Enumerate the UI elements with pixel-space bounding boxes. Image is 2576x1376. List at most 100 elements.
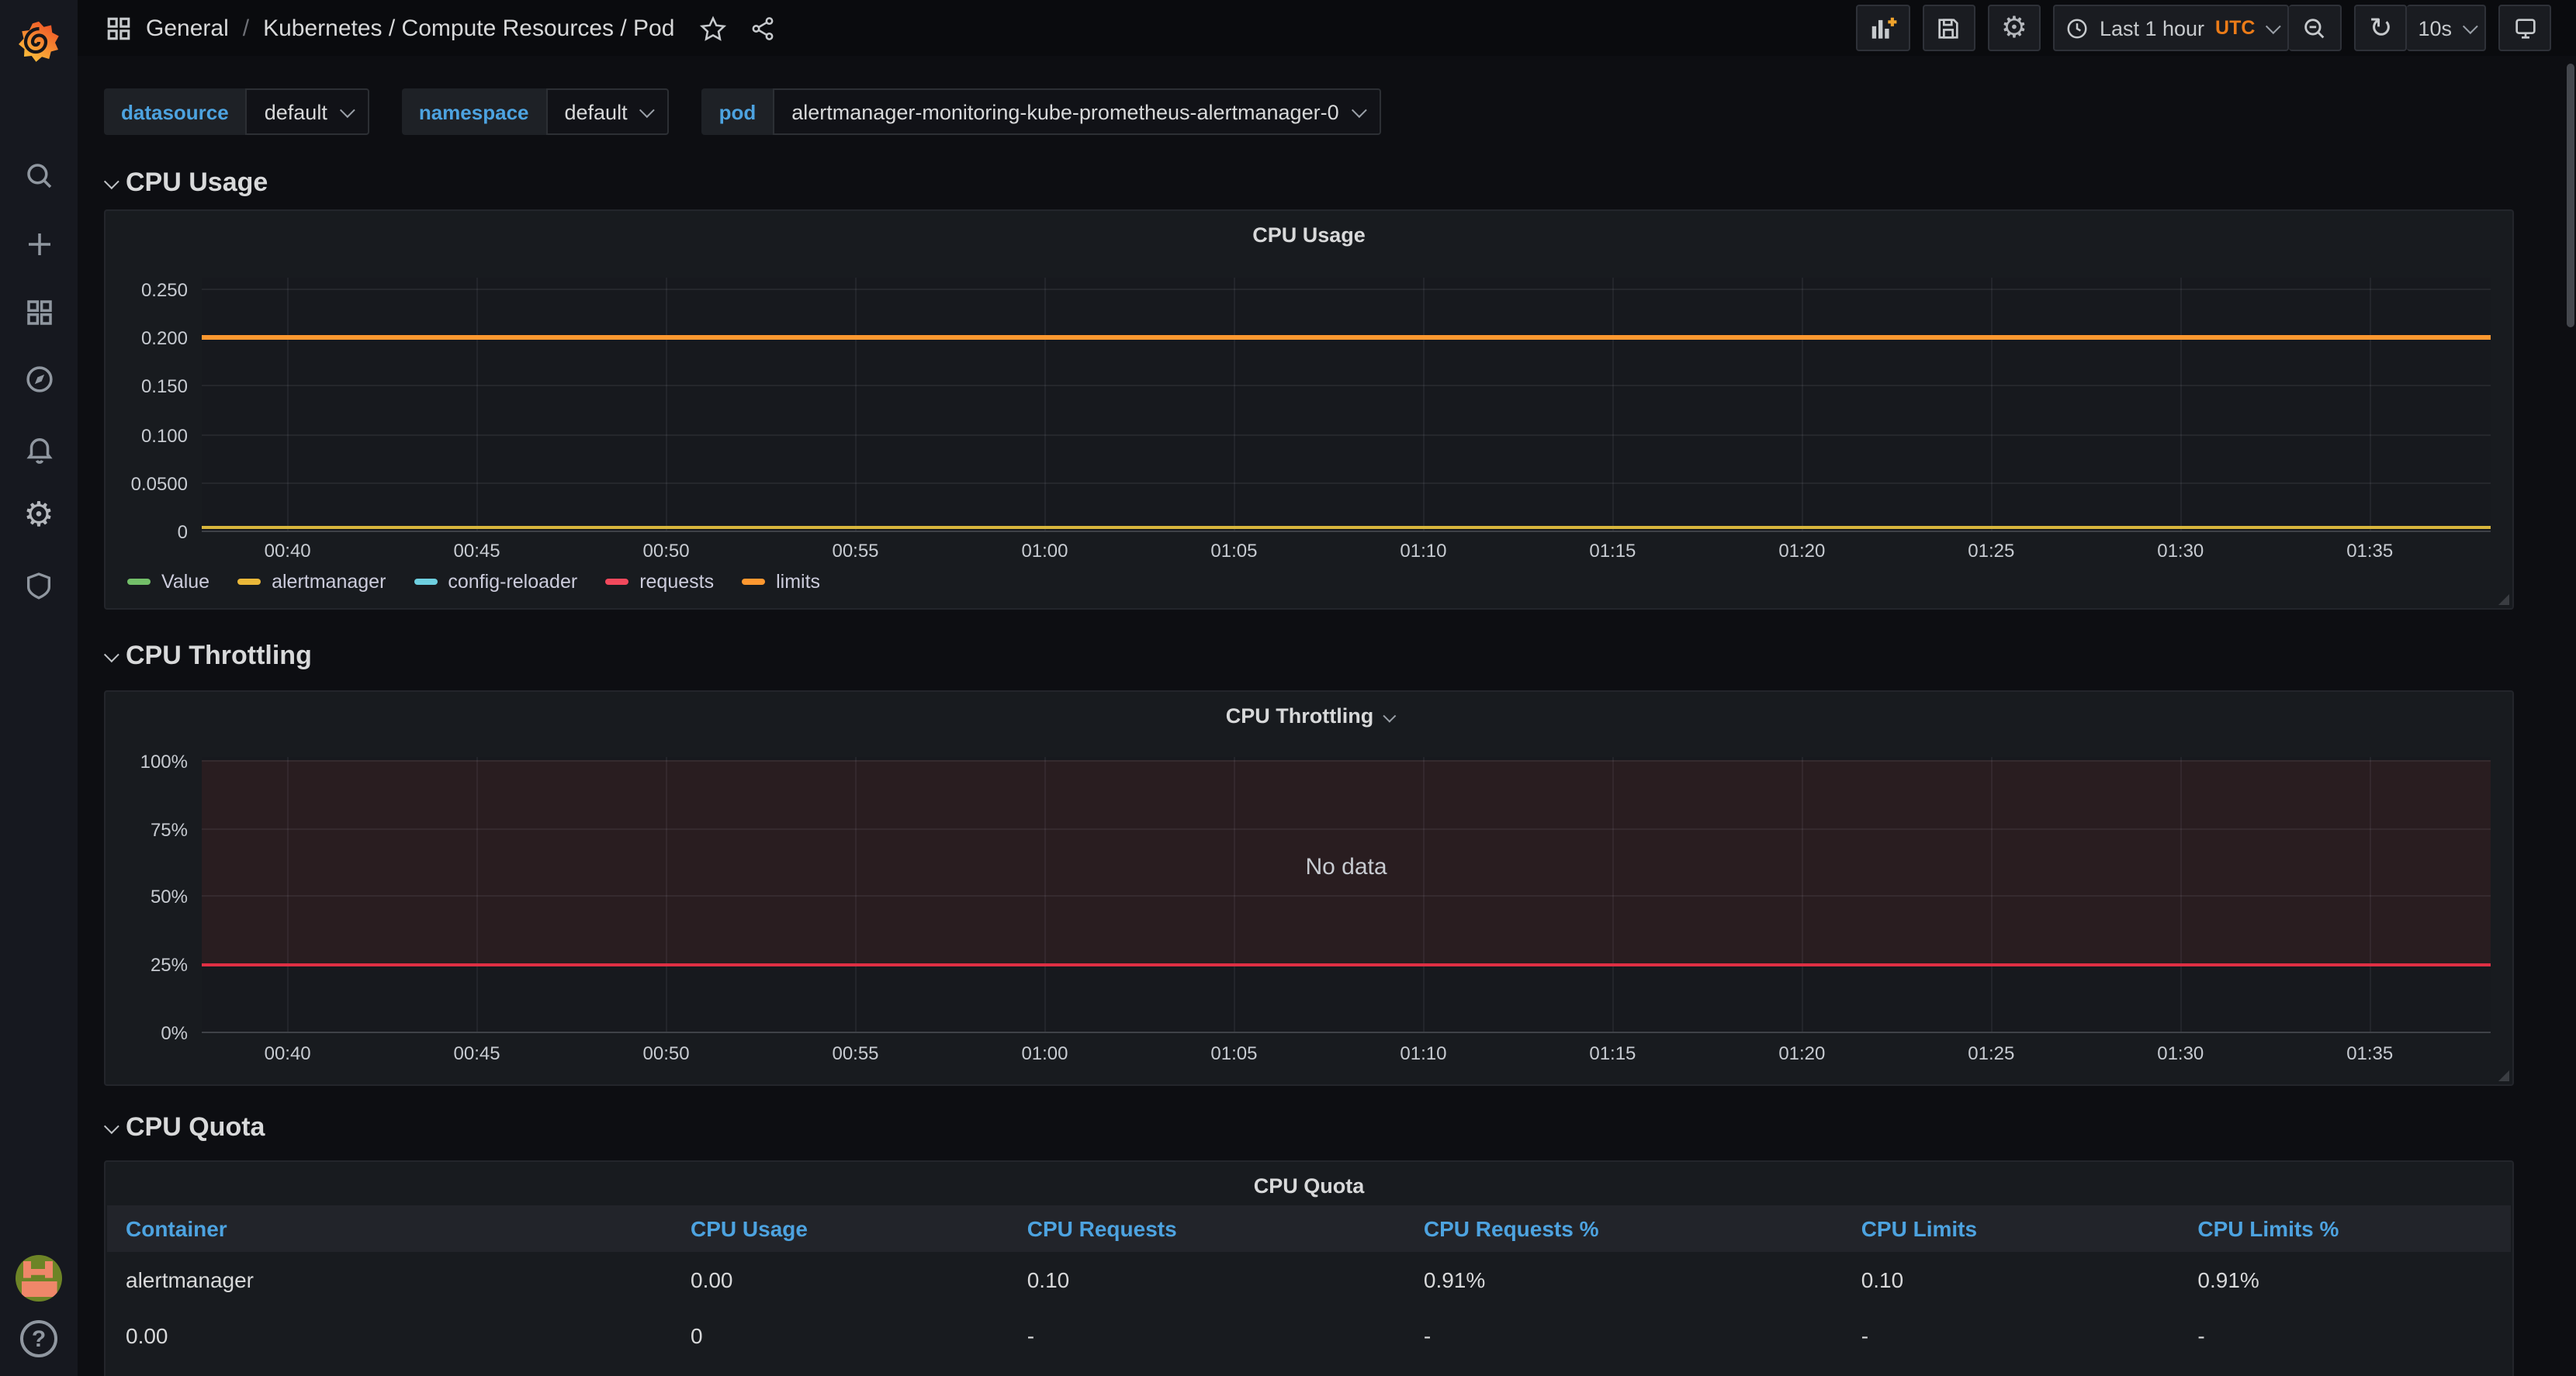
panel-resize-handle[interactable] [2498,1070,2509,1081]
legend-label: requests [639,571,715,593]
y-tick: 0.0500 [130,472,188,495]
x-tick: 00:50 [642,540,690,562]
series-limits-line[interactable] [202,335,2491,341]
legend-item-value[interactable]: Value [127,571,209,593]
legend-label: config-reloader [448,571,578,593]
x-tick: 01:05 [1210,1042,1258,1064]
gridline [666,757,668,1032]
legend-label: Value [161,571,210,593]
help-icon[interactable]: ? [20,1320,57,1357]
y-tick: 0.250 [140,279,188,301]
panel-cpu-throttling-title[interactable]: CPU Throttling [106,704,2512,728]
sidebar: ⚙ ? [0,0,78,1376]
dashboard-title[interactable]: Kubernetes / Compute Resources / Pod [263,15,674,41]
y-tick: 100% [140,750,188,773]
time-range-label: Last 1 hour [2099,16,2205,40]
section-cpu-usage[interactable]: CPU Usage [103,168,268,199]
y-tick: 75% [150,818,188,841]
column-header-cpu-usage[interactable]: CPU Usage [672,1205,1009,1252]
x-axis-line: 0% [161,1022,2491,1044]
time-range-picker[interactable]: Last 1 hour UTC [2052,5,2290,51]
gridline [476,278,479,531]
dashboard-toolbar: ⚙ Last 1 hour UTC ↻ 10s [1855,5,2576,51]
refresh-interval-dropdown[interactable]: 10s [2407,5,2486,51]
refresh-button[interactable]: ↻ [2354,5,2408,51]
table-row: 0.00 0 - - - - [107,1308,2511,1364]
legend-swatch [414,579,438,585]
chevron-down-icon [2462,18,2478,34]
user-avatar[interactable] [16,1255,62,1302]
save-dashboard-button[interactable] [1922,5,1975,51]
cpu-throttling-x-axis: 00:40 00:45 00:50 00:55 01:00 01:05 01:1… [202,1042,2491,1067]
server-admin-shield-icon[interactable] [0,563,78,607]
explore-compass-icon[interactable] [0,357,78,400]
x-tick: 01:10 [1400,1042,1447,1064]
y-tick: 0 [177,521,188,543]
legend-label: alertmanager [272,571,386,593]
share-icon[interactable] [749,15,775,41]
table-row: alertmanager 0.00 0.10 0.91% 0.10 0.91% [107,1252,2511,1308]
variable-datasource-dropdown[interactable]: default [245,88,369,135]
add-panel-button[interactable] [1855,5,1910,51]
legend-item-alertmanager[interactable]: alertmanager [237,571,386,593]
section-cpu-quota[interactable]: CPU Quota [103,1112,265,1143]
variable-namespace-dropdown[interactable]: default [545,88,670,135]
x-tick: 01:35 [2346,540,2394,562]
gridline: 0.100 [141,424,2491,446]
configuration-gear-icon[interactable]: ⚙ [0,493,78,537]
column-header-cpu-limits-pct[interactable]: CPU Limits % [2179,1205,2511,1252]
x-tick: 01:20 [1778,1042,1826,1064]
cell: - [1027,1323,1035,1348]
legend-item-requests[interactable]: requests [605,571,714,593]
breadcrumb-root[interactable]: General [146,15,229,41]
cycle-view-mode-button[interactable] [2498,5,2551,51]
x-tick: 01:15 [1589,540,1636,562]
dashboards-icon[interactable] [0,290,78,334]
star-icon[interactable] [699,15,726,41]
column-header-cpu-requests-pct[interactable]: CPU Requests % [1404,1205,1843,1252]
chevron-down-icon [1351,102,1367,118]
gridline: 0.0500 [131,473,2491,495]
panel-resize-handle[interactable] [2498,594,2509,605]
cell: - [1423,1323,1432,1348]
variable-pod-dropdown[interactable]: alertmanager-monitoring-kube-prometheus-… [773,88,1381,135]
create-plus-icon[interactable] [0,222,78,265]
refresh-group: ↻ 10s [2354,5,2486,51]
cpu-throttling-plot: 100% 75% 50% 25% 0% No data [140,751,2491,1044]
apps-grid-icon[interactable] [106,15,132,41]
gridline [855,278,857,531]
gridline [1612,757,1615,1032]
x-tick: 00:40 [264,540,311,562]
zoom-out-button[interactable] [2289,5,2342,51]
panel-cpu-usage-title[interactable]: CPU Usage [106,223,2512,247]
panel-cpu-quota-title[interactable]: CPU Quota [106,1174,2512,1198]
x-tick: 01:00 [1021,1042,1068,1064]
section-cpu-throttling[interactable]: CPU Throttling [103,641,312,672]
gridline [2180,757,2183,1032]
chevron-down-icon [103,646,119,662]
x-tick: 01:20 [1778,540,1826,562]
gridline: 0.150 [141,376,2491,398]
gridline [476,757,479,1032]
dashboard-settings-button[interactable]: ⚙ [1987,5,2041,51]
cell: 0.10 [1861,1267,1904,1292]
variable-pod: pod alertmanager-monitoring-kube-prometh… [701,88,1381,135]
legend-swatch [237,579,261,585]
legend-swatch [742,579,766,585]
series-alertmanager-line[interactable] [202,526,2491,529]
legend-item-limits[interactable]: limits [742,571,820,593]
alerting-bell-icon[interactable] [0,427,78,470]
variable-pod-label: pod [701,88,774,135]
legend-item-config-reloader[interactable]: config-reloader [414,571,577,593]
page-scrollbar-thumb[interactable] [2567,64,2574,327]
column-header-cpu-limits[interactable]: CPU Limits [1842,1205,2180,1252]
column-header-cpu-requests[interactable]: CPU Requests [1008,1205,1405,1252]
grafana-logo-icon[interactable] [0,0,78,84]
column-header-container[interactable]: Container [107,1205,672,1252]
cpu-usage-legend: Value alertmanager config-reloader reque… [127,571,820,593]
variable-datasource: datasource default [104,88,369,135]
search-icon[interactable] [0,154,78,197]
y-tick: 0.100 [140,424,188,447]
x-tick: 01:05 [1210,540,1258,562]
x-tick: 00:45 [453,540,500,562]
